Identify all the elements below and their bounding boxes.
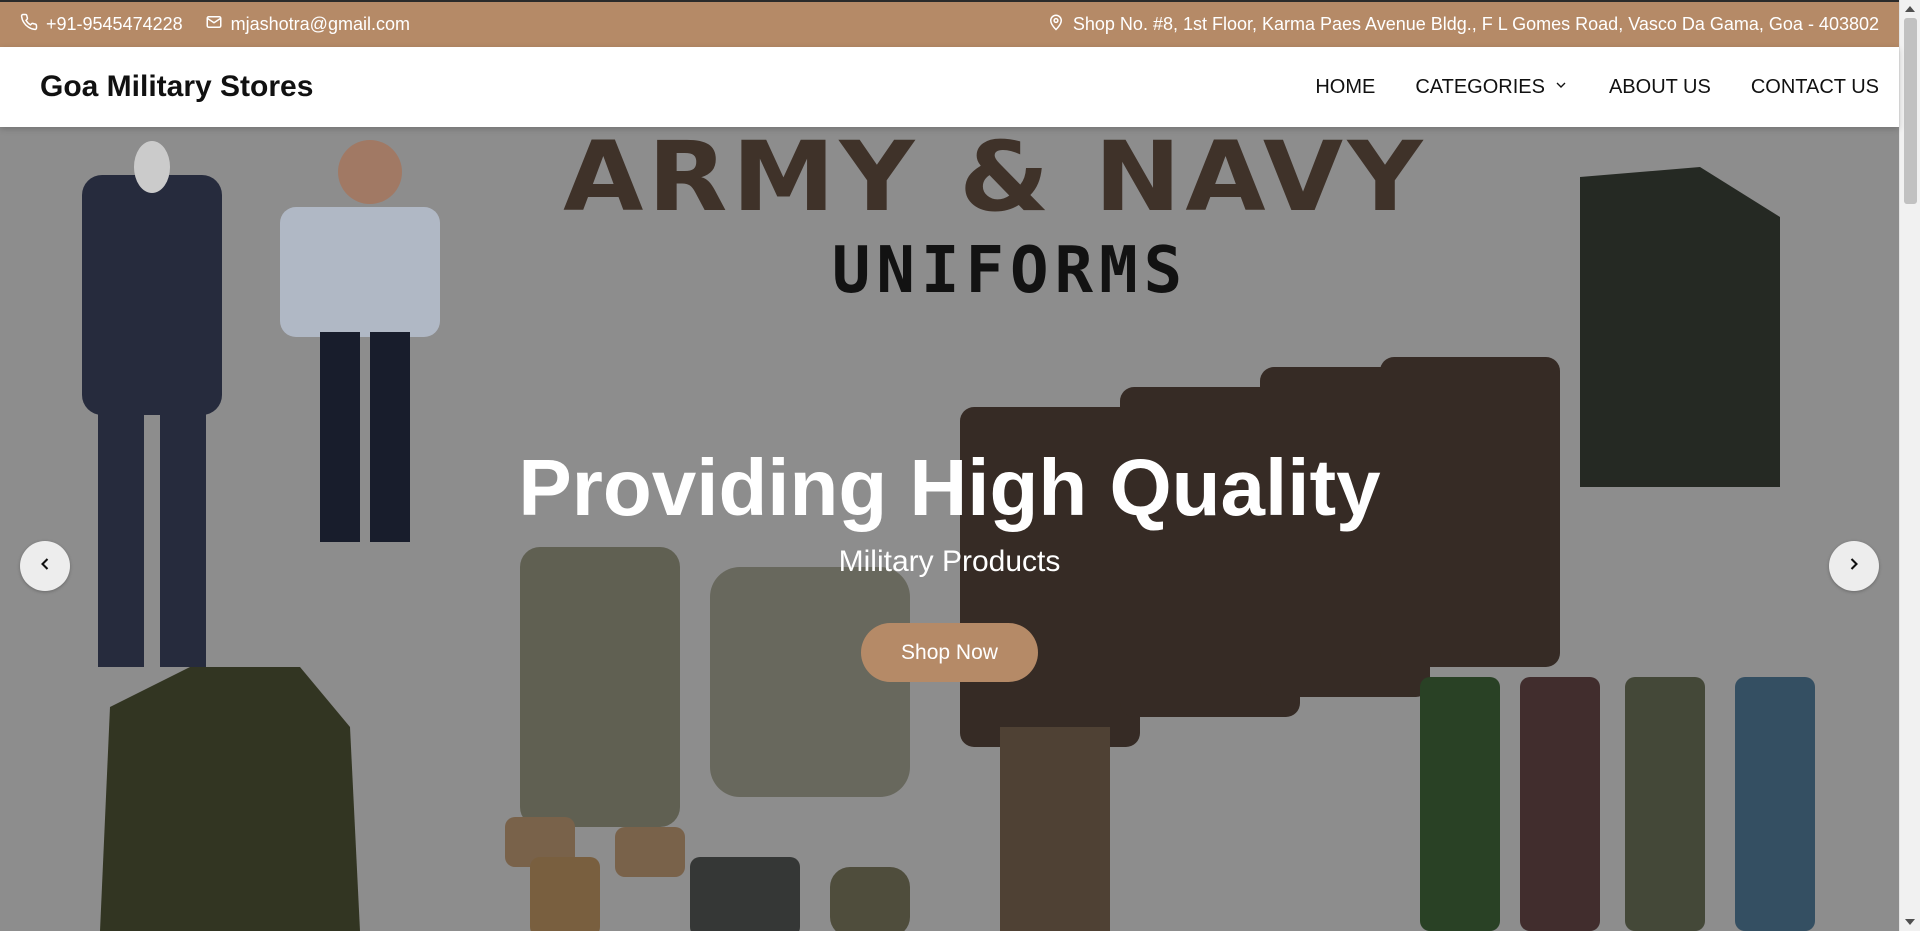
hero-slider: ARMY & NAVY UNIFORMS Providing High Qual… <box>0 127 1899 931</box>
contact-info: +91-9545474228 mjashotra@gmail.com <box>20 13 432 36</box>
nav-contact-label: CONTACT US <box>1750 75 1879 98</box>
chevron-left-icon <box>35 554 55 579</box>
nav-about-label: ABOUT US <box>1608 75 1711 98</box>
mail-icon <box>205 13 223 36</box>
email-address: mjashotra@gmail.com <box>230 14 410 34</box>
phone-link[interactable]: +91-9545474228 <box>20 13 183 36</box>
nav-categories-label: CATEGORIES <box>1415 75 1545 98</box>
shop-now-button[interactable]: Shop Now <box>861 623 1038 682</box>
scroll-up-arrow[interactable] <box>1905 6 1915 12</box>
address-link[interactable]: Shop No. #8, 1st Floor, Karma Paes Avenu… <box>1047 13 1879 36</box>
nav-categories[interactable]: CATEGORIES <box>1415 76 1569 99</box>
main-navbar: Goa Military Stores HOME CATEGORIES ABOU… <box>0 47 1899 127</box>
chevron-right-icon <box>1844 554 1864 579</box>
primary-nav: HOME CATEGORIES ABOUT US CONTACT US <box>1315 76 1879 99</box>
nav-home-label: HOME <box>1315 75 1376 98</box>
slider-prev-button[interactable] <box>20 541 70 591</box>
hero-title: Providing High Quality <box>518 443 1381 532</box>
chevron-down-icon <box>1553 76 1569 99</box>
hero-subtitle: Military Products <box>838 545 1061 578</box>
nav-about[interactable]: ABOUT US <box>1609 76 1711 99</box>
scrollbar-thumb[interactable] <box>1904 18 1917 204</box>
page-scrollbar[interactable] <box>1899 0 1920 931</box>
slider-next-button[interactable] <box>1829 541 1879 591</box>
phone-icon <box>20 13 38 36</box>
scroll-down-arrow[interactable] <box>1905 919 1915 925</box>
phone-number: +91-9545474228 <box>46 14 183 34</box>
top-info-bar: +91-9545474228 mjashotra@gmail.com Shop … <box>0 0 1899 47</box>
map-pin-icon <box>1047 13 1065 36</box>
address-info: Shop No. #8, 1st Floor, Karma Paes Avenu… <box>1047 13 1879 36</box>
nav-contact[interactable]: CONTACT US <box>1751 76 1879 99</box>
brand-logo-text[interactable]: Goa Military Stores <box>40 70 313 104</box>
nav-home[interactable]: HOME <box>1315 76 1375 99</box>
hero-caption: Providing High Quality Military Products… <box>0 127 1899 931</box>
email-link[interactable]: mjashotra@gmail.com <box>205 13 410 36</box>
store-address: Shop No. #8, 1st Floor, Karma Paes Avenu… <box>1072 14 1879 34</box>
